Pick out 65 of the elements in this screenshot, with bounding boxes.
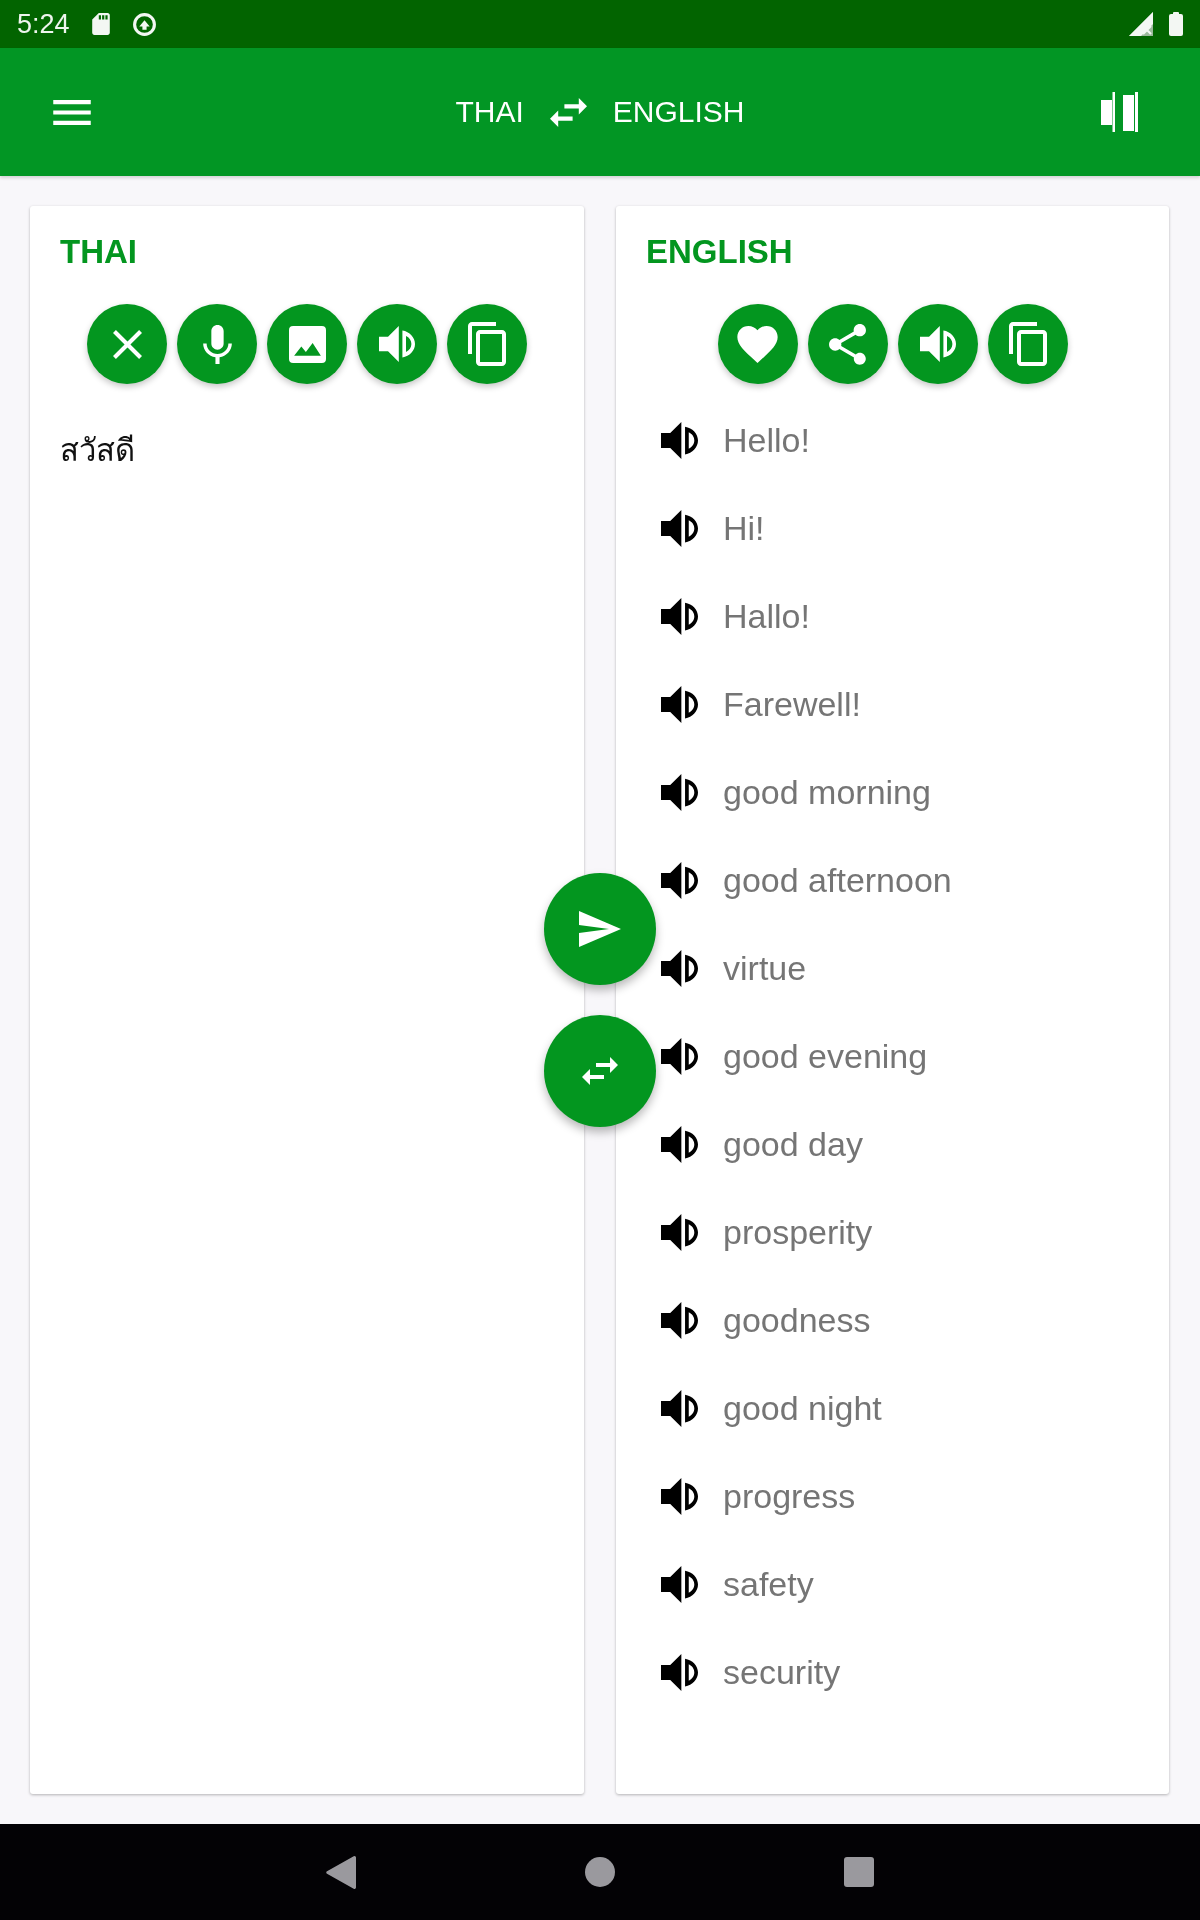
clear-button[interactable] (87, 304, 167, 384)
image-icon (288, 325, 326, 363)
ring-icon (131, 11, 157, 37)
heart-icon (737, 325, 778, 363)
share-icon (829, 323, 866, 365)
copy-button[interactable] (987, 304, 1068, 384)
panel-title: THAI (60, 232, 137, 272)
speaker-icon[interactable] (661, 1125, 698, 1163)
speaker-icon[interactable] (661, 1037, 698, 1075)
translation-text: progress (723, 1476, 856, 1516)
translation-text: good evening (723, 1036, 928, 1076)
speaker-icon (919, 326, 956, 362)
speaker-icon[interactable] (661, 685, 698, 723)
copy-icon (1008, 322, 1047, 366)
speaker-icon[interactable] (661, 949, 698, 987)
speaker-icon[interactable] (661, 1389, 698, 1427)
swap-icon[interactable] (549, 97, 587, 127)
translation-text: good night (723, 1388, 882, 1428)
home-button[interactable] (585, 1857, 615, 1887)
speaker-icon[interactable] (661, 861, 698, 899)
translation-text: Farewell! (723, 684, 861, 724)
copy-button[interactable] (447, 304, 527, 384)
sd-card-icon (91, 13, 110, 35)
speak-button[interactable] (357, 304, 437, 384)
speaker-icon[interactable] (661, 421, 698, 459)
swap-icon (582, 1057, 618, 1085)
speaker-icon[interactable] (661, 1477, 698, 1515)
target-language-label: ENGLISH (612, 94, 745, 130)
translation-text: safety (723, 1564, 814, 1604)
speaker-icon[interactable] (661, 509, 698, 547)
translation-text: prosperity (723, 1212, 873, 1252)
microphone-button[interactable] (177, 304, 257, 384)
speaker-icon (379, 326, 415, 362)
microphone-icon (202, 324, 232, 364)
speaker-icon[interactable] (661, 773, 698, 811)
share-button[interactable] (807, 304, 888, 384)
send-icon (579, 911, 621, 947)
menu-icon[interactable] (53, 99, 91, 125)
image-button[interactable] (267, 304, 347, 384)
status-time: 5:24 (17, 8, 70, 40)
speaker-icon[interactable] (661, 1301, 698, 1339)
battery-icon (1169, 12, 1183, 36)
translation-text: Hallo! (723, 596, 810, 636)
speaker-icon[interactable] (661, 1653, 698, 1691)
translation-text: goodness (723, 1300, 871, 1340)
favorite-button[interactable] (717, 304, 798, 384)
close-icon (112, 329, 142, 359)
translation-text: good afternoon (723, 860, 952, 900)
signal-icon (1129, 12, 1153, 36)
translation-text: good day (723, 1124, 863, 1164)
speaker-icon[interactable] (661, 1565, 698, 1603)
split-view-icon[interactable] (1101, 92, 1138, 132)
back-button[interactable] (326, 1855, 356, 1889)
translation-text: security (723, 1652, 841, 1692)
speaker-icon[interactable] (661, 597, 698, 635)
translation-text: Hello! (723, 420, 810, 460)
panel-title: ENGLISH (646, 232, 793, 272)
copy-icon (468, 322, 506, 366)
text-input-field[interactable]: สวัสดี (30, 404, 584, 1794)
source-language-label: THAI (455, 94, 524, 130)
speaker-icon[interactable] (661, 1213, 698, 1251)
translation-text: virtue (723, 948, 807, 988)
translation-text: Hi! (723, 508, 765, 548)
translation-text: good morning (723, 772, 931, 812)
speak-button[interactable] (897, 304, 978, 384)
